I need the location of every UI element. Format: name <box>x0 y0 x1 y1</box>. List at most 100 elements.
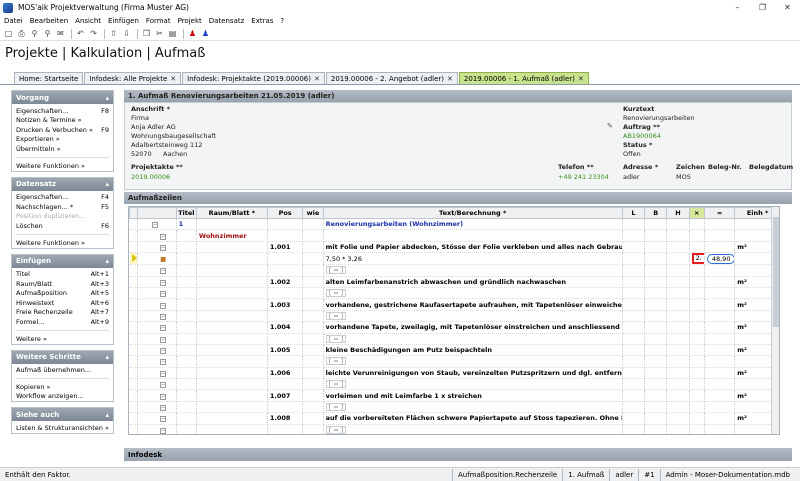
titel-cell[interactable] <box>176 252 197 266</box>
l-cell[interactable] <box>622 264 646 277</box>
tree-node-icon[interactable]: − <box>160 244 167 251</box>
h-cell[interactable] <box>666 287 690 300</box>
table-row[interactable]: − 1.006 leichte Verunreinigungen von Staub… <box>129 367 779 380</box>
h-cell[interactable] <box>666 333 690 345</box>
table-row[interactable]: − [ = ] <box>129 355 779 368</box>
tree-cell[interactable]: − <box>137 412 177 425</box>
adresse-field[interactable]: adler <box>623 173 640 181</box>
ort-field[interactable]: Aachen <box>163 150 187 158</box>
col-header-raum[interactable]: Raum/Blatt * <box>195 207 268 219</box>
table-row[interactable]: − 1.007 vorleimen und mit Leimfarbe 1 x st… <box>129 389 779 402</box>
pos-cell[interactable] <box>267 333 304 345</box>
h-cell[interactable] <box>666 378 690 391</box>
group-header[interactable]: Einfügen ▴ <box>12 254 113 268</box>
tab-alle-projekte[interactable]: Infodesk: Alle Projekte ✕ <box>84 72 182 84</box>
l-cell[interactable] <box>622 218 646 231</box>
factor-cell[interactable] <box>689 264 705 277</box>
raum-cell[interactable] <box>196 264 268 277</box>
copy-icon[interactable]: ❐ <box>141 28 152 39</box>
row-selector[interactable] <box>129 287 139 300</box>
titel-cell[interactable] <box>176 229 197 242</box>
tree-node-icon[interactable]: − <box>160 336 167 343</box>
titel-cell[interactable] <box>176 333 197 345</box>
move-up-icon[interactable]: ⇧ <box>108 28 119 39</box>
tree-cell[interactable]: − <box>137 389 177 402</box>
sidebar-item-ds-eigenschaften[interactable]: Eigenschaften... F4 <box>12 193 113 203</box>
formula-input[interactable]: [ = ] <box>325 311 347 320</box>
wie-cell[interactable] <box>302 298 324 311</box>
more-functions-link[interactable]: Weitere Funktionen » <box>12 238 113 248</box>
row-selector[interactable] <box>129 229 139 242</box>
tab-aufmass[interactable]: 2019.00006 - 1. Aufmaß (adler) ✕ <box>458 72 589 84</box>
tree-cell[interactable]: − <box>137 378 177 391</box>
factor-cell[interactable] <box>689 344 705 357</box>
b-cell[interactable] <box>644 298 668 311</box>
sidebar-item-rechenzeile[interactable]: Freie Rechenzeile Alt+7 <box>12 308 113 318</box>
wie-cell[interactable] <box>302 287 324 300</box>
col-header-pos[interactable]: Pos <box>266 207 304 219</box>
wie-cell[interactable] <box>302 321 324 334</box>
wie-cell[interactable] <box>302 333 324 345</box>
col-header-text[interactable]: Text/Berechnung * <box>322 207 623 219</box>
b-cell[interactable] <box>644 241 668 254</box>
text-cell[interactable]: [ = ] <box>323 287 623 300</box>
row-selector[interactable] <box>129 344 139 357</box>
l-cell[interactable] <box>622 378 646 391</box>
b-cell[interactable] <box>644 424 668 434</box>
wie-cell[interactable] <box>302 344 324 357</box>
close-icon[interactable]: ✕ <box>578 75 584 83</box>
row-selector[interactable] <box>129 321 139 334</box>
table-row[interactable]: − [ = ] <box>129 310 779 323</box>
tree-cell[interactable]: − <box>137 367 177 380</box>
sidebar-item-loeschen[interactable]: Löschen F6 <box>12 221 113 231</box>
collapse-icon[interactable]: ▴ <box>105 411 109 419</box>
l-cell[interactable] <box>622 401 646 414</box>
table-row[interactable]: − [ = ] <box>129 333 779 345</box>
formula-input[interactable]: [ = ] <box>325 403 347 412</box>
menu-datei[interactable]: Datei <box>0 17 26 25</box>
sidebar-item-kopieren[interactable]: Kopieren » <box>12 382 113 392</box>
table-row[interactable]: − 1.008 auf die vorbereiteten Flächen schw… <box>129 412 779 425</box>
pos-cell[interactable] <box>267 355 304 368</box>
pos-cell[interactable] <box>267 287 304 300</box>
text-cell[interactable]: [ = ] <box>323 264 623 277</box>
b-cell[interactable] <box>644 344 668 357</box>
factor-value[interactable]: 2. <box>691 253 704 264</box>
col-header-h[interactable]: H <box>666 207 690 219</box>
pos-cell[interactable] <box>267 378 304 391</box>
telefon-field[interactable]: +49 241 23304 <box>558 173 609 181</box>
tree-cell[interactable]: − <box>137 344 177 357</box>
text-cell[interactable]: [ = ] <box>323 310 623 323</box>
group-header[interactable]: Siehe auch ▴ <box>12 408 113 421</box>
pos-cell[interactable]: 1.008 <box>267 412 304 425</box>
wie-cell[interactable] <box>302 276 324 288</box>
infodesk-header[interactable]: Infodesk <box>124 448 792 461</box>
col-header-result[interactable]: = <box>703 207 736 219</box>
h-cell[interactable] <box>666 252 690 266</box>
formula-input[interactable]: [ = ] <box>325 289 347 298</box>
close-icon[interactable]: ✕ <box>170 75 176 83</box>
raum-cell[interactable] <box>196 355 268 368</box>
row-selector[interactable] <box>129 276 139 288</box>
mail-icon[interactable]: ✉ <box>55 28 66 39</box>
tree-cell[interactable]: − <box>137 401 177 414</box>
table-row[interactable]: − 1.002 alten Leimfarbenanstrich abwaschen… <box>129 276 779 288</box>
h-cell[interactable] <box>666 367 690 380</box>
row-selector[interactable] <box>129 310 139 323</box>
titel-cell[interactable] <box>176 241 197 254</box>
plz-field[interactable]: 52070 <box>131 150 152 158</box>
pos-cell[interactable]: 1.001 <box>267 241 304 254</box>
wie-cell[interactable] <box>302 412 324 425</box>
titel-cell[interactable] <box>176 378 197 391</box>
formula-input[interactable]: [ = ] <box>325 334 347 343</box>
tree-node-icon[interactable]: − <box>160 348 167 355</box>
paste-icon[interactable]: ▤ <box>167 28 178 39</box>
pos-cell[interactable]: 1.006 <box>267 367 304 380</box>
table-row[interactable]: − [ = ] <box>129 424 779 434</box>
text-cell[interactable]: alten Leimfarbenanstrich abwaschen und g… <box>323 276 623 288</box>
table-row[interactable]: − [ = ] <box>129 378 779 391</box>
wie-cell[interactable] <box>302 310 324 323</box>
formula-input[interactable]: [ = ] <box>325 425 347 434</box>
tab-home[interactable]: Home: Startseite <box>14 72 84 84</box>
pos-cell[interactable] <box>267 229 304 242</box>
